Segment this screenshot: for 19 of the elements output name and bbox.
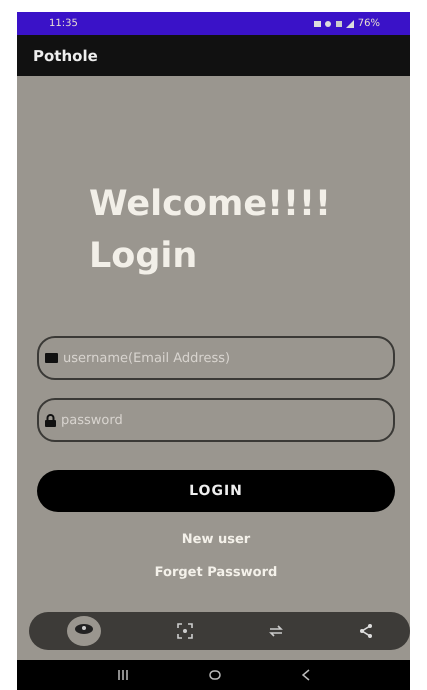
envelope-icon (45, 353, 58, 363)
share-icon[interactable] (358, 624, 373, 638)
input-field[interactable]: username(Email Address) (37, 336, 395, 380)
login-heading: Login (89, 235, 198, 278)
input-field[interactable]: password (37, 398, 395, 442)
battery-level: 76% (358, 18, 380, 29)
eye-icon[interactable] (66, 615, 102, 647)
swap-icon[interactable] (268, 623, 284, 639)
scan-icon[interactable] (177, 623, 194, 639)
back-icon[interactable] (302, 669, 310, 681)
app-title: Pothole (33, 46, 98, 64)
text-link[interactable]: New user (182, 532, 250, 547)
recents-icon[interactable] (118, 670, 128, 680)
login-button[interactable]: LOGIN (37, 470, 395, 512)
welcome-heading: Welcome!!!! (89, 183, 332, 226)
text-link[interactable]: Forget Password (154, 565, 278, 580)
home-icon[interactable] (208, 670, 220, 680)
lock-icon (45, 414, 56, 426)
status-time: 11:35 (49, 18, 78, 29)
